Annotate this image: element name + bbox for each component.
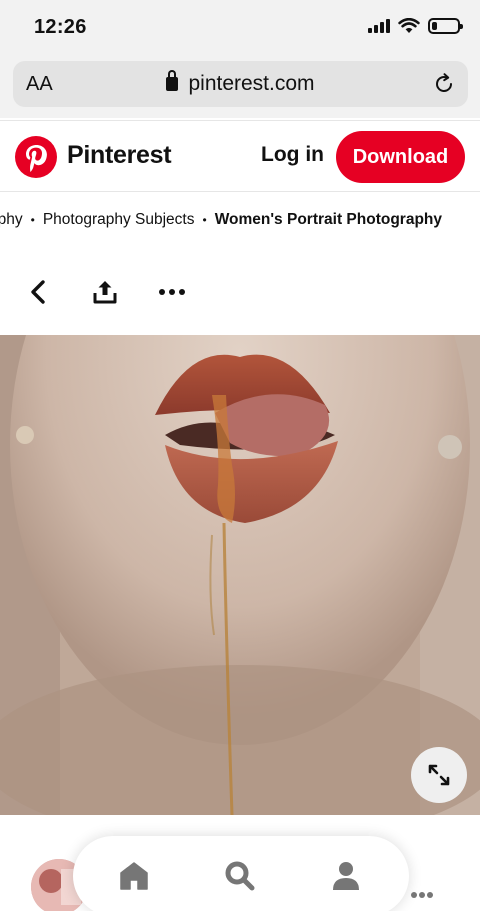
breadcrumb-item[interactable]: Photography Subjects [43, 211, 195, 229]
login-link[interactable]: Log in [261, 143, 324, 167]
expand-icon [428, 764, 450, 786]
home-icon [120, 862, 148, 890]
share-icon [93, 281, 117, 304]
download-button[interactable]: Download [336, 131, 465, 183]
cellular-signal-icon [368, 19, 390, 33]
brand-name[interactable]: Pinterest [67, 141, 172, 170]
reload-icon[interactable] [432, 72, 456, 96]
pinterest-logo-icon[interactable] [15, 136, 57, 178]
back-arrow-icon [31, 280, 45, 304]
status-time: 12:26 [34, 16, 87, 38]
breadcrumb: aphy • Photography Subjects • Women's Po… [0, 192, 480, 248]
bottom-navigation [0, 815, 480, 911]
url-field[interactable]: pinterest.com [13, 70, 468, 96]
breadcrumb-separator: • [202, 213, 207, 227]
back-button[interactable] [21, 274, 57, 310]
profile-button[interactable] [326, 856, 366, 896]
battery-icon [428, 18, 463, 34]
pin-actions [0, 258, 480, 324]
expand-button[interactable] [411, 747, 467, 803]
address-bar[interactable]: AA pinterest.com [13, 61, 468, 107]
status-icons [368, 18, 463, 34]
breadcrumb-separator: • [30, 213, 35, 227]
breadcrumb-item[interactable]: aphy [0, 211, 23, 229]
site-header: Pinterest Log in Download [0, 120, 480, 192]
more-dots-icon[interactable] [410, 891, 434, 899]
url-text: pinterest.com [188, 72, 315, 95]
wifi-icon [398, 18, 420, 33]
status-bar: 12:26 [0, 0, 480, 56]
home-button[interactable] [114, 856, 154, 896]
search-button[interactable] [220, 856, 260, 896]
nav-bar [73, 836, 409, 911]
lock-icon [166, 70, 179, 91]
more-options-icon [159, 289, 185, 295]
browser-toolbar: AA pinterest.com [0, 56, 480, 118]
breadcrumb-current[interactable]: Women's Portrait Photography [215, 211, 442, 229]
pin-image[interactable] [0, 335, 480, 815]
profile-icon [333, 862, 359, 890]
share-button[interactable] [87, 274, 123, 310]
search-icon [225, 861, 255, 891]
pin-photo-illustration [0, 335, 480, 815]
more-options-button[interactable] [154, 274, 190, 310]
